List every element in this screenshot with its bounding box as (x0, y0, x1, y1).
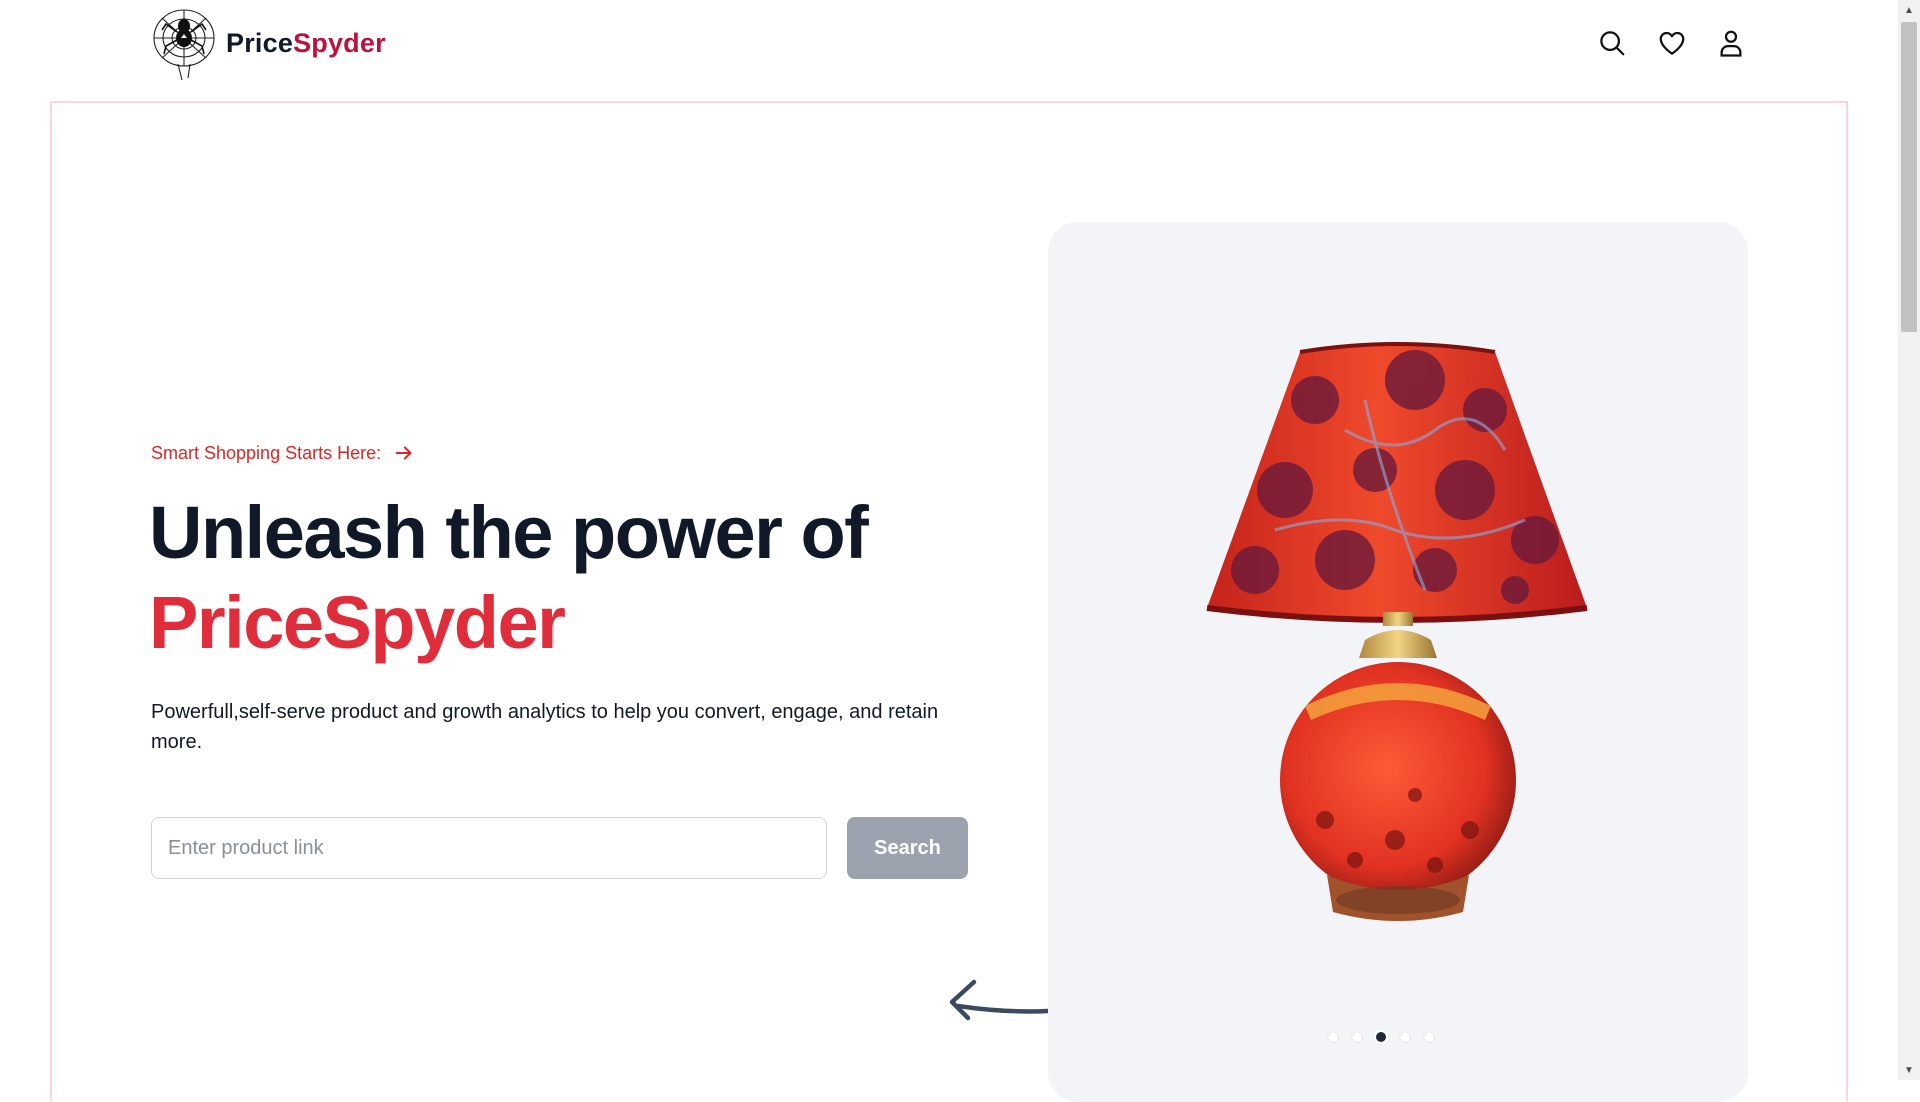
logo[interactable]: PriceSpyder (148, 4, 386, 82)
hero-title-line1: Unleash the power of (149, 491, 869, 574)
top-header: PriceSpyder (0, 0, 1898, 100)
carousel-dot-2[interactable] (1352, 1032, 1362, 1042)
product-link-input[interactable] (151, 817, 827, 879)
carousel-dot-5[interactable] (1424, 1032, 1434, 1042)
lamp-product-image (1206, 342, 1588, 921)
brand-name-spyder: Spyder (293, 27, 386, 58)
carousel-dot-4[interactable] (1400, 1032, 1410, 1042)
eyebrow-link[interactable]: Smart Shopping Starts Here: (151, 442, 415, 464)
eyebrow-text: Smart Shopping Starts Here: (151, 442, 382, 463)
user-icon[interactable] (1714, 26, 1748, 60)
carousel-dot-3[interactable] (1376, 1032, 1386, 1042)
hero-title-brand: PriceSpyder (149, 581, 566, 664)
carousel-dots (1328, 1032, 1434, 1042)
vertical-scrollbar[interactable]: ▲ ▼ (1898, 0, 1920, 1080)
scroll-up-arrow-icon[interactable]: ▲ (1898, 0, 1920, 20)
hero-description: Powerfull,self-serve product and growth … (151, 701, 939, 753)
arrow-right-icon (395, 446, 412, 460)
carousel-dot-1[interactable] (1328, 1032, 1338, 1042)
brand-name: PriceSpyder (226, 28, 386, 59)
heart-icon[interactable] (1655, 26, 1689, 60)
brand-name-price: Price (226, 27, 294, 58)
spider-logo-icon (153, 9, 215, 81)
scroll-down-arrow-icon[interactable]: ▼ (1898, 1060, 1920, 1080)
search-icon[interactable] (1595, 26, 1629, 60)
search-button[interactable]: Search (847, 817, 968, 879)
hero-title: Unleash the power of PriceSpyder (149, 488, 969, 668)
scrollbar-thumb[interactable] (1901, 22, 1917, 332)
